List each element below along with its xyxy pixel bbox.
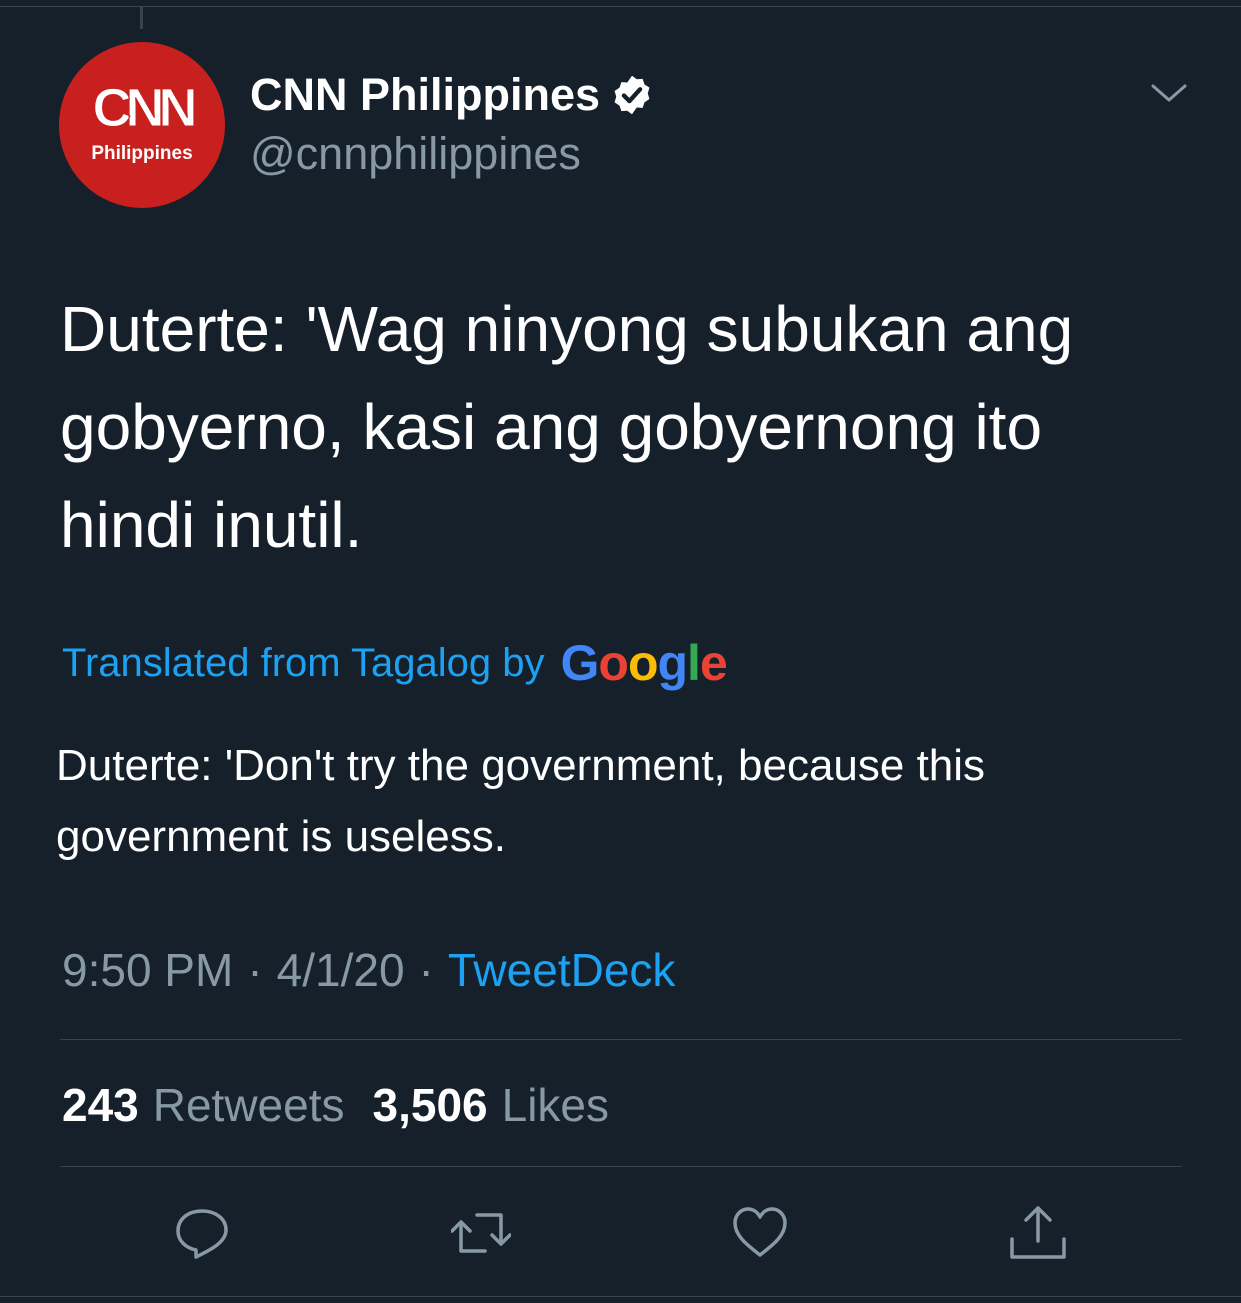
reply-button[interactable] [172,1203,232,1263]
translated-text: Duterte: 'Don't try the government, beca… [56,741,986,861]
author-handle[interactable]: @cnnphilippines [250,127,581,181]
reply-icon [176,1209,228,1259]
tweet-source-link[interactable]: TweetDeck [448,940,676,1000]
translation-label[interactable]: Translated from Tagalog by [62,633,544,693]
tweet-text: Duterte: 'Wag ninyong subukan ang gobyer… [60,293,1074,561]
avatar[interactable]: CNN Philippines [59,42,225,208]
google-logo: Google [560,635,727,691]
retweets-stat[interactable]: 243 Retweets [62,1075,345,1135]
tweet-stats: 243 Retweets 3,506 Likes [62,1075,609,1135]
avatar-logo-text: CNN [92,78,198,139]
tweet-time: 9:50 PM [62,944,234,996]
retweets-count: 243 [62,1079,139,1131]
like-button[interactable] [730,1203,790,1263]
author-display-name[interactable]: CNN Philippines [250,68,600,122]
likes-label: Likes [501,1079,610,1131]
meta-separator: · [418,944,434,996]
share-icon [1010,1206,1066,1259]
tweet-detail-view: CNN Philippines CNN Philippines @cnnphil… [0,0,1241,1303]
retweets-label: Retweets [152,1079,345,1131]
tweet-meta: 9:50 PM · 4/1/20 · TweetDeck [62,940,675,1000]
chevron-down-icon[interactable] [1149,78,1189,108]
actions-top-divider [60,1166,1182,1167]
stats-top-divider [60,1039,1182,1040]
retweet-icon [450,1213,512,1253]
bottom-divider [0,1296,1241,1297]
top-divider [0,6,1241,7]
likes-stat[interactable]: 3,506 Likes [373,1075,610,1135]
retweet-button[interactable] [450,1203,512,1263]
meta-separator: · [247,944,263,996]
avatar-logo-subtitle: Philippines [91,143,193,164]
thread-connector-line [140,7,143,29]
heart-icon [733,1207,787,1257]
author-name-row[interactable]: CNN Philippines [250,68,654,122]
verified-badge-icon [610,73,654,117]
translation-attribution[interactable]: Translated from Tagalog by Google [62,633,728,693]
likes-count: 3,506 [372,1079,488,1131]
share-button[interactable] [1008,1203,1068,1263]
tweet-date: 4/1/20 [276,944,405,996]
